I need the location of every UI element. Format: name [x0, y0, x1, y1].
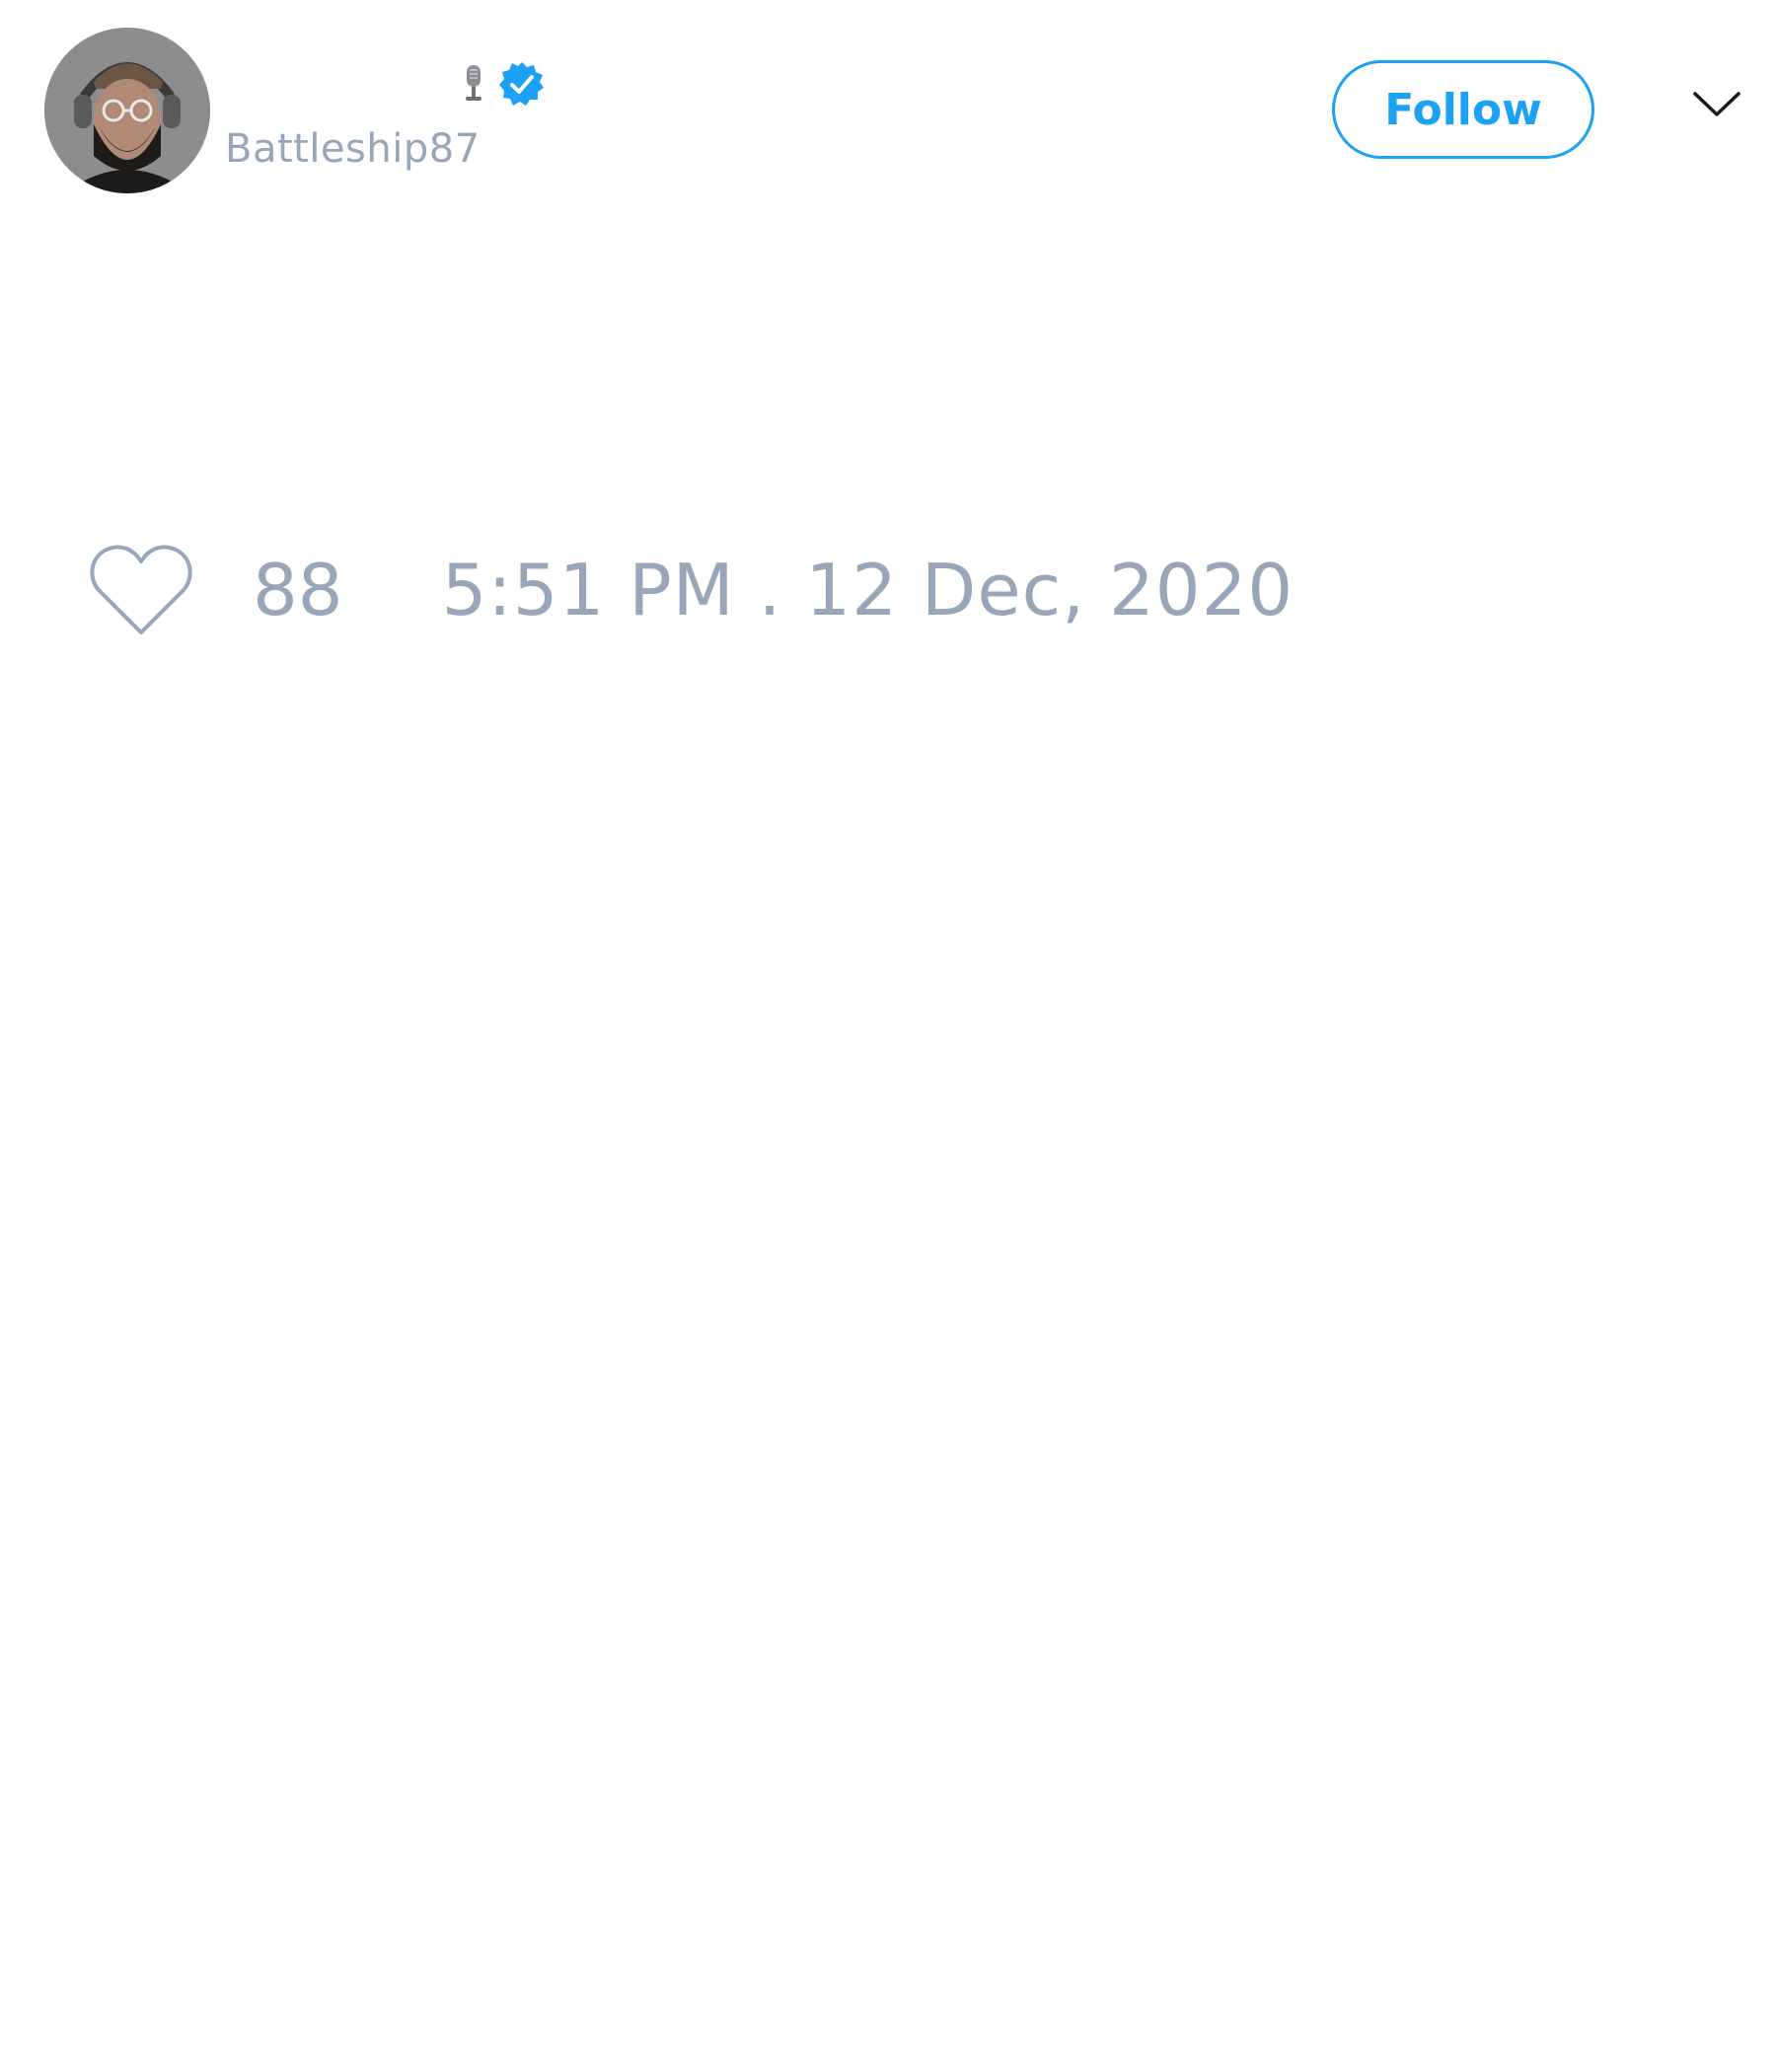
- tweet-stats: 88 5:51 PM . 12 Dec, 2020: [89, 541, 1294, 639]
- chevron-down-icon[interactable]: [1692, 89, 1741, 120]
- microphone-icon: [463, 64, 484, 104]
- tweet-timestamp[interactable]: 5:51 PM . 12 Dec, 2020: [442, 549, 1295, 631]
- display-name-row[interactable]: [449, 59, 546, 109]
- tweet-header: Battleship87 Follow: [0, 0, 1776, 217]
- username-handle[interactable]: Battleship87: [225, 126, 481, 172]
- follow-button[interactable]: Follow: [1332, 60, 1594, 159]
- avatar[interactable]: [44, 28, 210, 193]
- heart-outline-icon[interactable]: [89, 544, 193, 636]
- like-count: 88: [253, 549, 343, 631]
- verified-badge-icon: [498, 60, 546, 108]
